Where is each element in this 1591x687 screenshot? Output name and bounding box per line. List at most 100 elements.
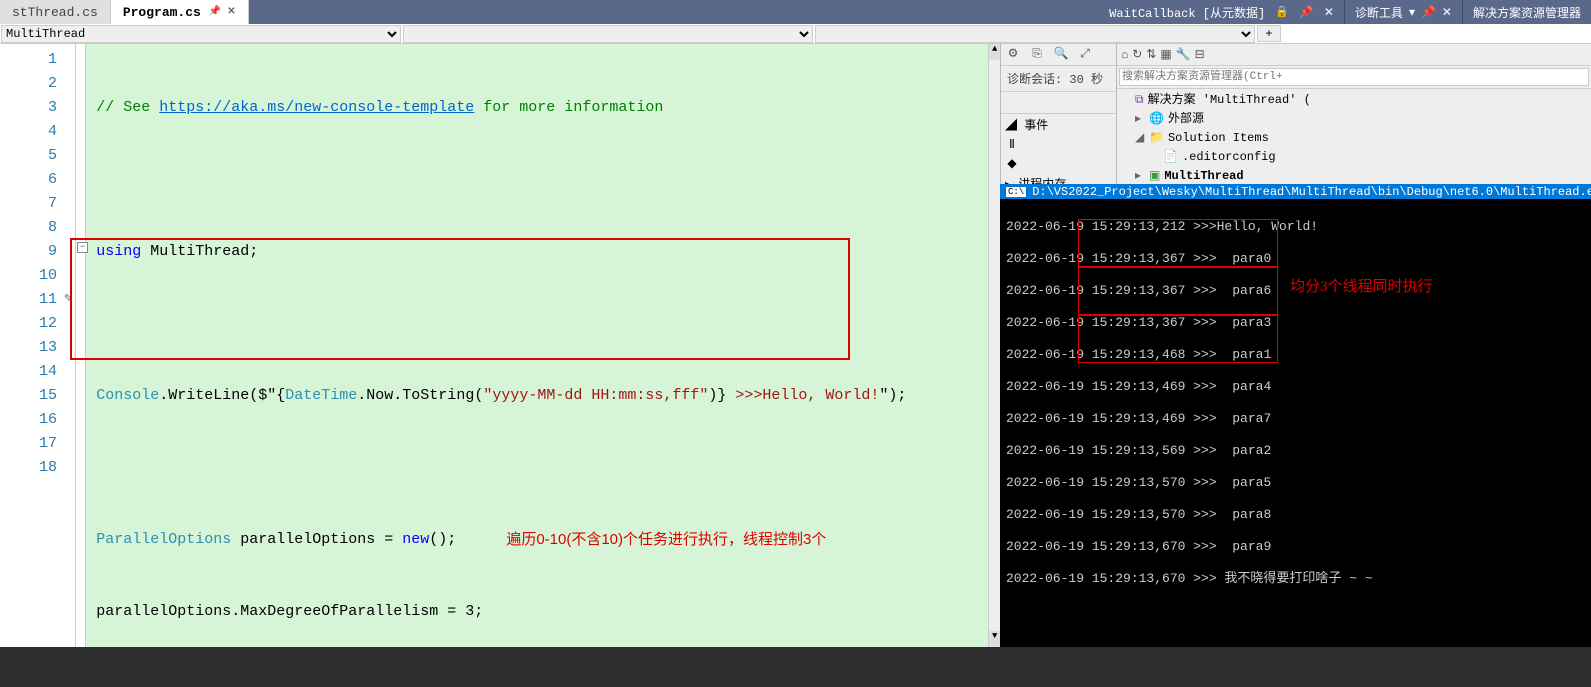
line-number: 9 (0, 240, 57, 264)
tab-stthread[interactable]: stThread.cs (0, 0, 111, 24)
code-line (96, 456, 978, 480)
diagnostic-timeline[interactable] (1001, 92, 1116, 114)
diamond-icon: ◆ (1005, 156, 1019, 171)
sync-icon[interactable]: ⇅ (1146, 47, 1156, 62)
code-editor[interactable]: 1 2 3 4 5 6 7 8 9 10 11 ✎ 12 13 14 15 16… (0, 44, 1000, 647)
add-view-button[interactable]: + (1257, 25, 1281, 42)
line-number: 12 (0, 312, 57, 336)
line-number: 15 (0, 384, 57, 408)
console-line: 2022-06-19 15:29:13,569 >>> para2 (1006, 443, 1585, 459)
collapse-icon[interactable]: ⊟ (1195, 47, 1205, 62)
pin-icon[interactable]: 📌 ✕ (209, 6, 236, 18)
code-line: using MultiThread; (96, 240, 978, 264)
console-icon: C:\ (1006, 187, 1026, 197)
solution-root[interactable]: ⧉解决方案 'MultiThread' ( (1121, 91, 1587, 110)
refresh-icon[interactable]: ↻ (1132, 47, 1142, 62)
console-line: 2022-06-19 15:29:13,469 >>> para4 (1006, 379, 1585, 395)
code-line: parallelOptions.MaxDegreeOfParallelism =… (96, 600, 978, 624)
diagnostics-close-icon[interactable]: ✕ (1442, 5, 1452, 20)
line-number: 13 (0, 336, 57, 360)
diagnostics-toolbar: ⚙ ⎘ 🔍 ⤢ (1001, 44, 1116, 66)
expand-icon[interactable]: ⤢ (1073, 44, 1097, 65)
console-annotation-text: 均分3个线程同时执行 (1290, 279, 1433, 295)
diagnostics-pin-icon[interactable]: 📌 (1421, 5, 1436, 20)
line-number: 2 (0, 72, 57, 96)
console-line: 2022-06-19 15:29:13,367 >>> para3 (1006, 315, 1585, 331)
solution-explorer-label: 解决方案资源管理器 (1473, 4, 1581, 21)
solution-search-input[interactable] (1119, 68, 1589, 86)
scroll-track[interactable] (989, 60, 1000, 631)
properties-icon[interactable]: 🔧 (1176, 47, 1191, 62)
line-number: 1 (0, 48, 57, 72)
console-titlebar[interactable]: C:\ D:\VS2022_Project\Wesky\MultiThread\… (1000, 185, 1591, 199)
namespace-dropdown[interactable]: MultiThread (1, 25, 401, 43)
solution-explorer-tab[interactable]: 解决方案资源管理器 (1462, 0, 1591, 24)
line-number: 8 (0, 216, 57, 240)
diagnostics-dropdown-icon[interactable]: ▾ (1409, 5, 1415, 20)
metadata-title: WaitCallback [从元数据] 🔒 📌 ✕ (1099, 0, 1344, 24)
line-number: 5 (0, 144, 57, 168)
line-number: 14 (0, 360, 57, 384)
line-number: 10 (0, 264, 57, 288)
console-title-text: D:\VS2022_Project\Wesky\MultiThread\Mult… (1032, 185, 1591, 199)
code-line: // See https://aka.ms/new-console-templa… (96, 96, 978, 120)
record-icon[interactable]: ⎘ (1025, 44, 1049, 65)
tabbar-filler (249, 0, 1099, 24)
navigation-bar: MultiThread + (0, 24, 1591, 44)
line-number: 17 (0, 432, 57, 456)
console-window[interactable]: C:\ D:\VS2022_Project\Wesky\MultiThread\… (1000, 184, 1591, 647)
console-line: 2022-06-19 15:29:13,570 >>> para5 (1006, 475, 1585, 491)
close-icon[interactable]: ✕ (1324, 5, 1334, 20)
pause-icon: Ⅱ (1005, 137, 1019, 152)
line-number: 4 (0, 120, 57, 144)
solution-search (1117, 66, 1591, 89)
console-line: 2022-06-19 15:29:13,670 >>> para9 (1006, 539, 1585, 555)
code-line (96, 168, 978, 192)
pause-row[interactable]: Ⅱ (1001, 135, 1116, 154)
annotation-1: 遍历0-10(不含10)个任务进行执行，线程控制3个 (506, 528, 826, 552)
scroll-down-icon[interactable]: ▼ (989, 631, 1000, 647)
console-line: 2022-06-19 15:29:13,468 >>> para1 (1006, 347, 1585, 363)
tree-solution-items[interactable]: ◢📁Solution Items (1121, 129, 1587, 148)
zoom-icon[interactable]: 🔍 (1049, 44, 1073, 65)
line-number: 11 (0, 288, 57, 312)
gear-icon[interactable]: ⚙ (1001, 44, 1025, 65)
document-tabbar: stThread.cs Program.cs 📌 ✕ WaitCallback … (0, 0, 1591, 24)
tab-program-label: Program.cs (123, 5, 201, 20)
tree-editorconfig[interactable]: 📄.editorconfig (1121, 148, 1587, 167)
edit-indicator-icon: ✎ (64, 288, 73, 312)
events-section[interactable]: ◢ 事件 (1001, 114, 1116, 135)
line-number: 18 (0, 456, 57, 480)
editor-scrollbar[interactable]: ▲ ▼ (988, 44, 1000, 647)
metadata-title-text: WaitCallback [从元数据] (1109, 4, 1265, 21)
lock-icon: 🔒 (1275, 5, 1289, 19)
line-number: 6 (0, 168, 57, 192)
showall-icon[interactable]: ▦ (1160, 47, 1171, 62)
class-dropdown[interactable] (403, 25, 813, 43)
console-line: 2022-06-19 15:29:13,469 >>> para7 (1006, 411, 1585, 427)
code-line (96, 312, 978, 336)
diagnostic-session-label: 诊断会话: 30 秒 (1001, 66, 1116, 92)
scroll-up-icon[interactable]: ▲ (989, 44, 1000, 60)
line-number-gutter: 1 2 3 4 5 6 7 8 9 10 11 ✎ 12 13 14 15 16… (0, 44, 76, 647)
line-number: 7 (0, 192, 57, 216)
tree-external-sources[interactable]: ▸🌐外部源 (1121, 110, 1587, 129)
console-output: 2022-06-19 15:29:13,212 >>>Hello, World!… (1000, 199, 1591, 687)
code-line: Console.WriteLine($"{DateTime.Now.ToStri… (96, 384, 978, 408)
console-line: 2022-06-19 15:29:13,570 >>> para8 (1006, 507, 1585, 523)
fold-bar: − (76, 44, 86, 647)
console-line: 2022-06-19 15:29:13,212 >>>Hello, World! (1006, 219, 1585, 235)
diagnostics-tab[interactable]: 诊断工具 ▾ 📌 ✕ (1344, 0, 1462, 24)
solution-toolbar: ⌂ ↻ ⇅ ▦ 🔧 ⊟ (1117, 44, 1591, 66)
diagnostics-tab-label: 诊断工具 (1355, 4, 1403, 21)
code-area[interactable]: // See https://aka.ms/new-console-templa… (86, 44, 988, 647)
line-number: 16 (0, 408, 57, 432)
tab-program[interactable]: Program.cs 📌 ✕ (111, 0, 249, 24)
member-dropdown[interactable] (815, 25, 1255, 43)
console-line: 2022-06-19 15:29:13,367 >>> para0 (1006, 251, 1585, 267)
home-icon[interactable]: ⌂ (1121, 48, 1128, 62)
line-number: 3 (0, 96, 57, 120)
diamond-row[interactable]: ◆ (1001, 154, 1116, 173)
code-line: ParallelOptions parallelOptions = new();… (96, 528, 978, 552)
metadata-pin-icon[interactable]: 📌 (1299, 5, 1314, 20)
